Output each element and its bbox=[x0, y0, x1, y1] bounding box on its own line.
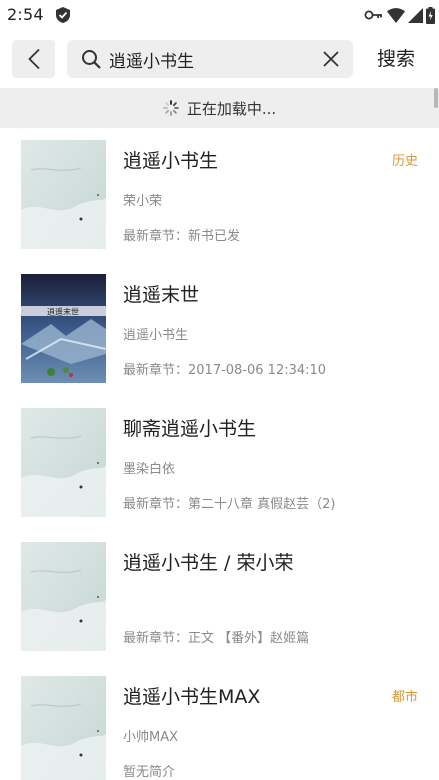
list-item[interactable]: 逍遥小书生 / 荣小荣 最新章节：正文 【番外】赵姬篇 bbox=[0, 530, 439, 664]
book-title: 逍遥小书生 / 荣小荣 bbox=[123, 552, 294, 574]
battery-icon bbox=[426, 6, 435, 24]
search-results-list: 逍遥小书生 历史 荣小荣 最新章节：新书已发 逍遥末世 逍遥末世 逍遥小书生 最… bbox=[0, 128, 439, 780]
latest-chapter: 最新章节：新书已发 bbox=[123, 229, 241, 244]
list-item[interactable]: 逍遥小书生MAX 都市 小帅MAX 暂无简介 bbox=[0, 664, 439, 780]
loading-indicator: 正在加载中... bbox=[0, 88, 439, 128]
chevron-left-icon bbox=[27, 48, 40, 70]
search-button[interactable]: 搜索 bbox=[366, 44, 426, 74]
category-tag: 历史 bbox=[391, 154, 418, 169]
latest-chapter: 最新章节：正文 【番外】赵姬篇 bbox=[123, 631, 310, 646]
status-icons bbox=[364, 6, 435, 24]
close-icon[interactable] bbox=[321, 49, 341, 69]
search-icon bbox=[82, 50, 101, 69]
book-author: 荣小荣 bbox=[123, 194, 163, 209]
list-item[interactable]: 聊斋逍遥小书生 墨染白依 最新章节：第二十八章 真假赵芸（2) bbox=[0, 396, 439, 530]
book-title: 逍遥末世 bbox=[123, 284, 200, 306]
status-bar: 2:54 bbox=[0, 0, 439, 30]
latest-chapter: 暂无简介 bbox=[123, 765, 176, 780]
book-cover: 逍遥末世 bbox=[21, 274, 106, 383]
book-cover bbox=[21, 140, 106, 249]
list-item[interactable]: 逍遥末世 逍遥末世 逍遥小书生 最新章节：2017-08-06 12:34:10 bbox=[0, 262, 439, 396]
latest-chapter: 最新章节：2017-08-06 12:34:10 bbox=[123, 363, 327, 378]
book-title: 逍遥小书生MAX bbox=[123, 686, 261, 708]
spinner-icon bbox=[162, 100, 179, 116]
back-button[interactable] bbox=[12, 40, 55, 78]
book-author: 小帅MAX bbox=[123, 730, 179, 745]
list-item[interactable]: 逍遥小书生 历史 荣小荣 最新章节：新书已发 bbox=[0, 128, 439, 262]
book-cover bbox=[21, 408, 106, 517]
shield-icon bbox=[56, 7, 70, 23]
book-author: 逍遥小书生 bbox=[123, 328, 189, 343]
search-toolbar: 搜索 bbox=[0, 30, 439, 88]
category-tag: 都市 bbox=[391, 690, 418, 705]
wifi-icon bbox=[387, 7, 405, 23]
book-title: 聊斋逍遥小书生 bbox=[123, 418, 257, 440]
book-author: 墨染白依 bbox=[123, 462, 176, 477]
scrollbar[interactable] bbox=[434, 88, 438, 108]
status-time: 2:54 bbox=[7, 5, 44, 24]
book-cover bbox=[21, 542, 106, 651]
key-icon bbox=[364, 10, 382, 20]
search-box[interactable] bbox=[67, 40, 353, 78]
loading-text: 正在加载中... bbox=[186, 99, 277, 118]
book-cover bbox=[21, 676, 106, 780]
signal-icon bbox=[408, 7, 423, 23]
cover-text: 逍遥末世 bbox=[47, 307, 79, 317]
latest-chapter: 最新章节：第二十八章 真假赵芸（2) bbox=[123, 497, 336, 512]
book-title: 逍遥小书生 bbox=[123, 150, 219, 172]
search-input[interactable] bbox=[109, 44, 309, 74]
